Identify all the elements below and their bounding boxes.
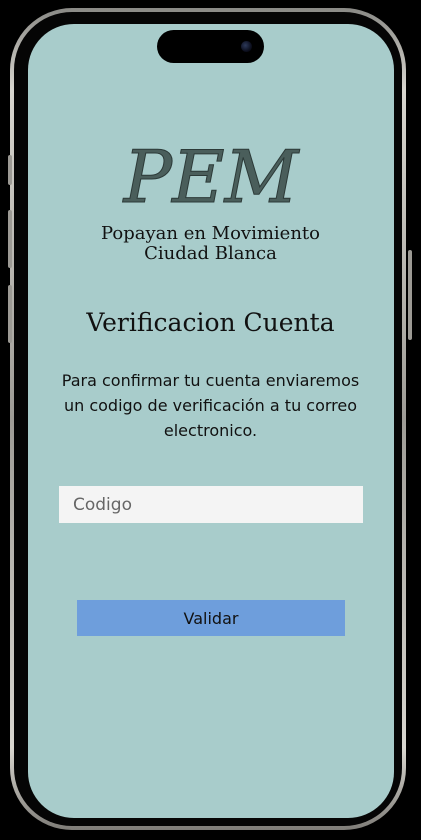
tagline-line-2: Ciudad Blanca (144, 243, 277, 264)
logo-text: PEM (121, 138, 300, 218)
logo: PEM (0, 138, 421, 218)
verification-message: Para confirmar tu cuenta enviaremos un c… (61, 371, 360, 440)
page-title: Verificacion Cuenta (86, 308, 335, 337)
code-input[interactable] (59, 486, 363, 523)
logo-tagline: Popayan en Movimiento Ciudad Blanca (0, 224, 421, 264)
dynamic-island (157, 30, 264, 63)
validate-button[interactable]: Validar (77, 600, 345, 636)
tagline-line-1: Popayan en Movimiento (101, 223, 320, 244)
camera-icon (241, 41, 252, 52)
pem-logo-mark: PEM (121, 138, 301, 218)
